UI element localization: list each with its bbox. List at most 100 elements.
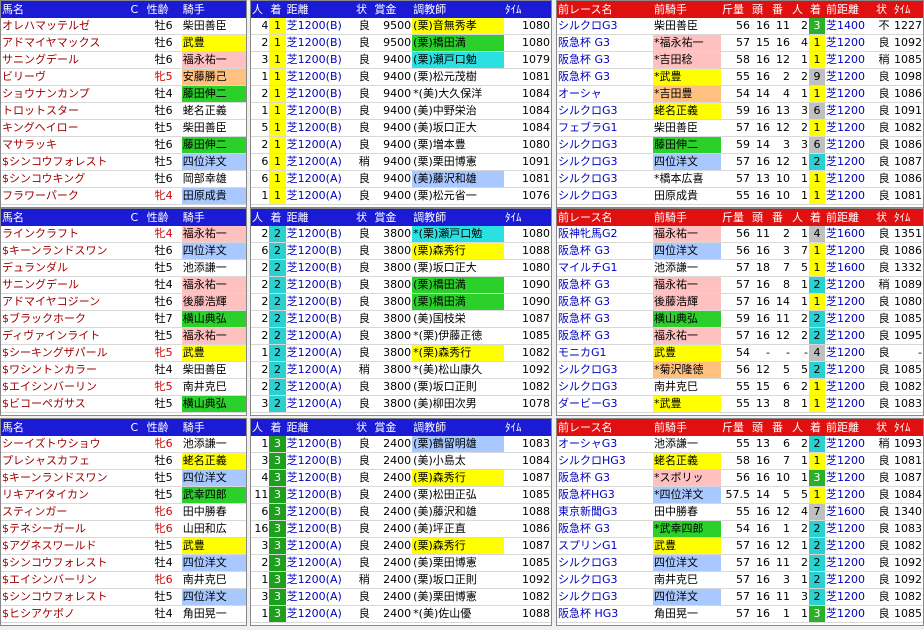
table-row[interactable]: トロットスター 牡6 蛯名正義 (1, 102, 246, 120)
table-row[interactable]: 2 1 芝1200(A) 良 9400 (栗)増本豊 1080 (251, 136, 551, 154)
table-row[interactable]: シルクロG3 *橋本広喜 57 13 10 1 1 芝1200 良 1086 (557, 170, 923, 188)
table-row[interactable]: モニカG1 武豊 54- - -4 芝1200 良 - (557, 344, 923, 362)
table-row[interactable]: 1 3 芝1200(A) 良 2400 *(美)佐山優 1088 (251, 605, 551, 623)
horse-name[interactable]: シーイズトウショウ (1, 436, 130, 453)
horse-name[interactable]: リキアイタイカン (1, 486, 130, 504)
horse-name[interactable]: ディヴァインライト (1, 327, 130, 345)
table-row[interactable]: 3 1 芝1200(B) 良 9400 (栗)瀬戸口勉 1079 (251, 51, 551, 69)
horse-name[interactable]: トロットスター (1, 102, 130, 120)
table-row[interactable]: 6 3 芝1200(B) 良 2400 (美)藤沢和雄 1088 (251, 503, 551, 521)
horse-name[interactable]: $シンコウキング (1, 170, 130, 188)
table-row[interactable]: オーシャG3 池添謙一 55 13 6 2 2 芝1200 稍 1093 (557, 436, 923, 453)
table-row[interactable]: 阪急杯 G3 福永祐一 57 16 8 1 2 芝1200 稍 1089 (557, 276, 923, 294)
horse-name[interactable]: $アグネスワールド (1, 537, 130, 555)
table-row[interactable]: $シンコウフォレスト 牡4 四位洋文 (1, 554, 246, 572)
horse-name[interactable]: アドマイヤコジーン (1, 293, 130, 311)
table-row[interactable]: 2 1 芝1200(B) 良 9500 (栗)橋田満 1080 (251, 34, 551, 52)
horse-name[interactable]: $キーンランドスワン (1, 469, 130, 487)
table-row[interactable]: 4 3 芝1200(B) 良 2400 (栗)森秀行 1087 (251, 469, 551, 487)
table-row[interactable]: 1 1 芝1200(A) 良 9400 (栗)松元省一 1076 (251, 187, 551, 205)
table-row[interactable]: 2 2 芝1200(B) 良 3800 *(栗)瀬戸口勉 1080 (251, 226, 551, 243)
table-row[interactable]: $シーキングザパール 牝5 武豊 (1, 344, 246, 362)
table-row[interactable]: オレハマッテルゼ 牡6 柴田善臣 (1, 18, 246, 35)
table-row[interactable]: 1 2 芝1200(A) 良 3800 *(栗)森秀行 1082 (251, 344, 551, 362)
table-row[interactable]: 3 3 芝1200(A) 良 2400 (美)栗田博憲 1082 (251, 588, 551, 606)
table-row[interactable]: 阪急杯 G3 横山典弘 59 16 11 2 2 芝1200 良 1085 (557, 310, 923, 328)
table-row[interactable]: 6 1 芝1200(A) 良 9400 (美)藤沢和雄 1081 (251, 170, 551, 188)
table-row[interactable]: $シンコウフォレスト 牡5 四位洋文 (1, 588, 246, 606)
horse-name[interactable]: ラインクラフト (1, 226, 130, 243)
table-row[interactable]: 1 3 芝1200(A) 稍 2400 (栗)坂口正則 1092 (251, 571, 551, 589)
table-row[interactable]: シルクロG3 柴田善臣 56 16 11 2 3 芝1400 不 1227 (557, 18, 923, 35)
table-row[interactable]: $エイシンバーリン 牝6 南井克巳 (1, 571, 246, 589)
table-row[interactable]: シルクロG3 四位洋文 57 16 12 1 2 芝1200 良 1087 (557, 153, 923, 171)
table-row[interactable]: シルクロG3 *菊沢隆徳 56 12 5 5 2 芝1200 良 1085 (557, 361, 923, 379)
table-row[interactable]: $キーンランドスワン 牡6 四位洋文 (1, 242, 246, 260)
table-row[interactable]: $ワシントンカラー 牡4 柴田善臣 (1, 361, 246, 379)
table-row[interactable]: ラインクラフト 牝4 福永祐一 (1, 226, 246, 243)
table-row[interactable]: 2 2 芝1200(A) 良 3800 *(栗)伊藤正徳 1085 (251, 327, 551, 345)
horse-name[interactable]: オレハマッテルゼ (1, 18, 130, 35)
table-row[interactable]: 6 2 芝1200(B) 良 3800 (栗)森秀行 1088 (251, 242, 551, 260)
table-row[interactable]: 2 2 芝1200(A) 稍 3800 *(美)松山康久 1092 (251, 361, 551, 379)
table-row[interactable]: サニングデール 牡4 福永祐一 (1, 276, 246, 294)
table-row[interactable]: シルクロG3 田原成貴 55 16 10 1 1 芝1200 良 1081 (557, 187, 923, 205)
table-row[interactable]: アドマイヤコジーン 牡6 後藤浩輝 (1, 293, 246, 311)
table-row[interactable]: スプリンG1 武豊 57 16 12 1 2 芝1200 良 1082 (557, 537, 923, 555)
table-row[interactable]: 阪急杯 G3 *吉田稔 58 16 12 1 1 芝1200 稍 1085 (557, 51, 923, 69)
table-row[interactable]: リキアイタイカン 牡5 武幸四郎 (1, 486, 246, 504)
table-row[interactable]: ショウナンカンプ 牡4 藤田伸二 (1, 85, 246, 103)
table-row[interactable]: 4 1 芝1200(B) 良 9500 (栗)音無秀孝 1080 (251, 18, 551, 35)
horse-name[interactable]: $シンコウフォレスト (1, 554, 130, 572)
table-row[interactable]: シルクロG3 四位洋文 57 16 11 2 2 芝1200 良 1092 (557, 554, 923, 572)
table-row[interactable]: ダービーG3 *武豊 55 13 8 1 1 芝1200 良 1083 (557, 395, 923, 413)
table-row[interactable]: 阪急杯HG3 *四位洋文 57.5 14 5 5 1 芝1200 良 1084 (557, 486, 923, 504)
table-row[interactable]: シルクロHG3 蛯名正義 58 16 7 1 1 芝1200 良 1081 (557, 452, 923, 470)
horse-name[interactable]: $シーキングザパール (1, 344, 130, 362)
horse-name[interactable]: ビリーヴ (1, 68, 130, 86)
table-row[interactable]: 2 2 芝1200(B) 良 3800 (栗)橋田満 1090 (251, 276, 551, 294)
table-row[interactable]: ディヴァインライト 牡5 福永祐一 (1, 327, 246, 345)
table-row[interactable]: 2 2 芝1200(A) 良 3800 (栗)坂口正則 1082 (251, 378, 551, 396)
horse-name[interactable]: スティンガー (1, 503, 130, 521)
horse-name[interactable]: $キーンランドスワン (1, 242, 130, 260)
table-row[interactable]: プレシャスカフェ 牡6 蛯名正義 (1, 452, 246, 470)
horse-name[interactable]: $エイシンバーリン (1, 378, 130, 396)
table-row[interactable]: 2 3 芝1200(A) 良 2400 (美)栗田博憲 1085 (251, 554, 551, 572)
horse-name[interactable]: $ワシントンカラー (1, 361, 130, 379)
table-row[interactable]: $アグネスワールド 牡5 武豊 (1, 537, 246, 555)
horse-name[interactable]: プレシャスカフェ (1, 452, 130, 470)
table-row[interactable]: 3 3 芝1200(A) 良 2400 (栗)森秀行 1087 (251, 537, 551, 555)
table-row[interactable]: $ブラックホーク 牡7 横山典弘 (1, 310, 246, 328)
table-row[interactable]: $ヒシアケボノ 牡4 角田晃一 (1, 605, 246, 623)
horse-name[interactable]: $ブラックホーク (1, 310, 130, 328)
horse-name[interactable]: アドマイヤマックス (1, 34, 130, 52)
table-row[interactable]: シルクロG3 南井克巳 55 15 6 2 1 芝1200 良 1082 (557, 378, 923, 396)
table-row[interactable]: 2 1 芝1200(B) 良 9400 *(美)大久保洋 1084 (251, 85, 551, 103)
table-row[interactable]: フェブラG1 柴田善臣 57 16 12 2 1 芝1200 良 1082 (557, 119, 923, 137)
horse-name[interactable]: キングヘイロー (1, 119, 130, 137)
horse-name[interactable]: フラワーパーク (1, 187, 130, 205)
table-row[interactable]: 東京新聞G3 田中勝春 55 16 12 4 7 芝1600 良 1340 (557, 503, 923, 521)
table-row[interactable]: オーシャ *吉田豊 54 14 4 1 1 芝1200 良 1086 (557, 85, 923, 103)
table-row[interactable]: 1 3 芝1200(B) 良 2400 (栗)鶴留明雄 1083 (251, 436, 551, 453)
table-row[interactable]: 6 1 芝1200(A) 稍 9400 (栗)栗田博憲 1091 (251, 153, 551, 171)
table-row[interactable]: ビリーヴ 牝5 安藤勝己 (1, 68, 246, 86)
horse-name[interactable]: $エイシンバーリン (1, 571, 130, 589)
table-row[interactable]: $シンコウキング 牡6 岡部幸雄 (1, 170, 246, 188)
table-row[interactable]: シルクロG3 藤田伸二 59 14 3 3 6 芝1200 良 1086 (557, 136, 923, 154)
table-row[interactable]: サニングデール 牡6 福永祐一 (1, 51, 246, 69)
table-row[interactable]: アドマイヤマックス 牡6 武豊 (1, 34, 246, 52)
table-row[interactable]: キングヘイロー 牡5 柴田善臣 (1, 119, 246, 137)
table-row[interactable]: $エイシンバーリン 牝5 南井克巳 (1, 378, 246, 396)
table-row[interactable]: 阪急杯 G3 *スボリッ 56 16 10 1 3 芝1200 良 1087 (557, 469, 923, 487)
horse-name[interactable]: $テネシーガール (1, 520, 130, 538)
table-row[interactable]: シーイズトウショウ 牝6 池添謙一 (1, 436, 246, 453)
table-row[interactable]: 阪急杯 G3 *武幸四郎 54 16 1 2 2 芝1200 良 1083 (557, 520, 923, 538)
horse-name[interactable]: デュランダル (1, 259, 130, 277)
table-row[interactable]: 阪急杯 G3 四位洋文 56 16 3 7 1 芝1200 良 1086 (557, 242, 923, 260)
table-row[interactable]: 11 3 芝1200(B) 良 2400 (栗)松田正弘 1085 (251, 486, 551, 504)
horse-name[interactable]: サニングデール (1, 276, 130, 294)
table-row[interactable]: 16 3 芝1200(B) 良 2400 (美)坪正直 1086 (251, 520, 551, 538)
table-row[interactable]: 2 2 芝1200(B) 良 3800 (栗)橋田満 1090 (251, 293, 551, 311)
